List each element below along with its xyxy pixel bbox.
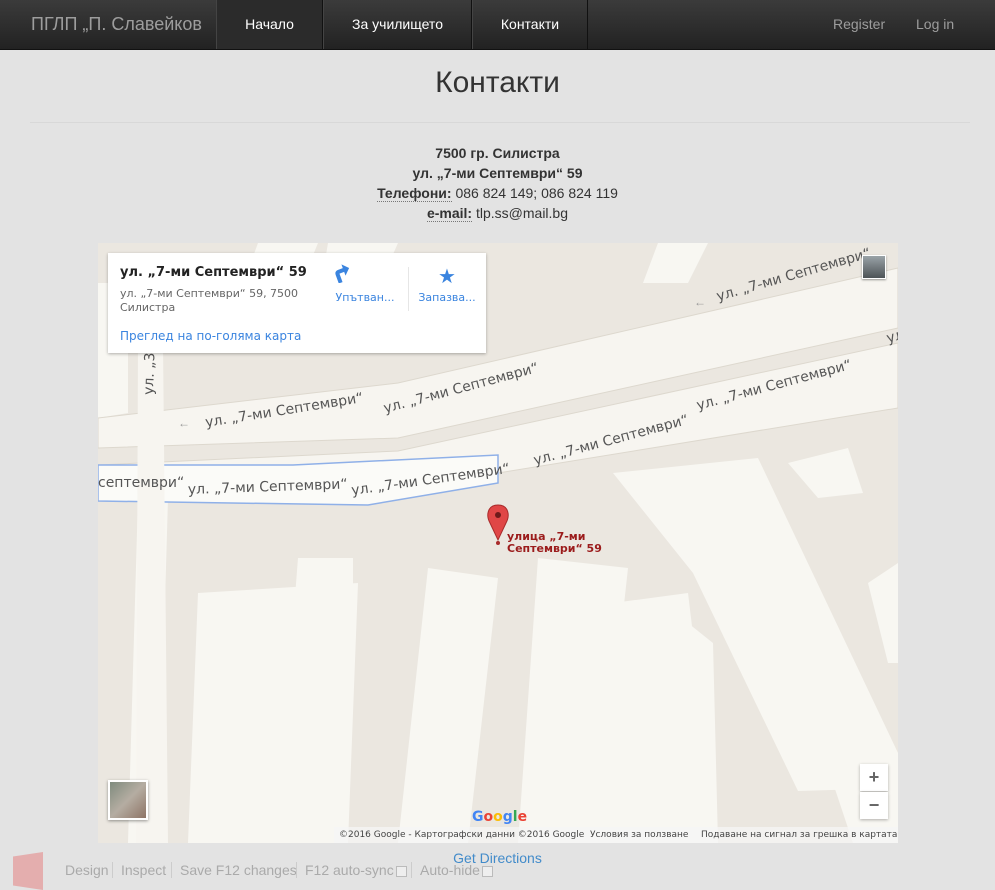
directions-arrow-icon — [330, 261, 400, 291]
nav-contacts[interactable]: Контакти — [472, 0, 588, 49]
site-brand[interactable]: ПГЛП „П. Славейков — [31, 14, 202, 35]
user-avatar[interactable] — [862, 255, 886, 279]
one-way-arrow-icon: ← — [694, 295, 706, 309]
road-label-4: септември“ — [98, 475, 184, 491]
devbar-separator — [411, 862, 412, 878]
zoom-in-button[interactable]: + — [860, 764, 888, 791]
login-link[interactable]: Log in — [916, 0, 954, 49]
city-text: 7500 гр. Силистра — [435, 145, 560, 161]
street-view-thumbnail[interactable] — [108, 780, 148, 820]
side-street-label: ул. „3 — [141, 352, 158, 395]
address-city: 7500 гр. Силистра — [0, 143, 995, 163]
side-street — [136, 343, 168, 843]
save-button[interactable]: ★ Запазва... — [412, 261, 482, 313]
directions-button-label: Упътван... — [335, 291, 395, 304]
place-title: ул. „7-ми Септември“ 59 — [120, 265, 307, 280]
google-map[interactable]: ул. „7-ми Септември“ ул. „7-ми Септември… — [98, 243, 898, 843]
map-footer: ©2016 Google - Картографски данни ©2016 … — [334, 827, 898, 843]
devbar-separator — [296, 862, 297, 878]
zoom-out-button[interactable]: − — [860, 792, 888, 819]
google-logo: Google — [472, 809, 528, 825]
divider — [30, 122, 970, 123]
star-icon: ★ — [438, 264, 456, 288]
email-value: tlp.ss@mail.bg — [475, 205, 569, 221]
map-marker-icon[interactable] — [487, 504, 509, 545]
nav-home[interactable]: Начало — [216, 0, 323, 49]
devbar-autohide-label: Auto-hide — [420, 862, 480, 878]
email-line: e-mail: tlp.ss@mail.bg — [0, 203, 995, 223]
map-copyright: ©2016 Google - Картографски данни ©2016 … — [339, 830, 585, 840]
card-separator — [408, 267, 409, 311]
autohide-checkbox[interactable] — [481, 865, 493, 877]
devbar-autohide[interactable]: Auto-hide — [420, 862, 493, 878]
phones-line: Телефони: 086 824 149; 086 824 119 — [0, 183, 995, 203]
register-link[interactable]: Register — [833, 0, 885, 49]
top-navbar: ПГЛП „П. Славейков Начало За училището К… — [0, 0, 995, 50]
nav-about-school[interactable]: За училището — [323, 0, 472, 49]
address-street: ул. „7-ми Септември“ 59 — [0, 163, 995, 183]
devbar-inspect[interactable]: Inspect — [121, 862, 166, 878]
marker-label: улица „7-ми Септември“ 59 — [507, 530, 602, 555]
place-address: ул. „7-ми Септември“ 59, 7500 Силистра — [120, 287, 299, 314]
larger-map-link[interactable]: Преглед на по-голяма карта — [120, 329, 301, 343]
devbar-separator — [171, 862, 172, 878]
place-info-card: ул. „7-ми Септември“ 59 ул. „7-ми Септем… — [108, 253, 486, 353]
visual-studio-logo-icon — [13, 852, 43, 890]
devbar-save-changes[interactable]: Save F12 changes — [180, 862, 297, 878]
terms-link[interactable]: Условия за ползване — [590, 827, 688, 843]
autosync-checkbox[interactable] — [395, 865, 407, 877]
devbar-autosync[interactable]: F12 auto-sync — [305, 862, 407, 878]
devbar-design[interactable]: Design — [65, 862, 109, 878]
phones-label: Телефони: — [377, 185, 452, 202]
one-way-arrow-icon: ← — [178, 416, 190, 430]
page-title: Контакти — [435, 66, 560, 99]
phones-value: 086 824 149; 086 824 119 — [455, 185, 618, 201]
street-text: ул. „7-ми Септември“ 59 — [412, 165, 583, 181]
save-button-label: Запазва... — [418, 291, 476, 304]
email-label: e-mail: — [426, 205, 473, 222]
report-error-link[interactable]: Подаване на сигнал за грешка в картата — [701, 827, 897, 843]
devbar-separator — [112, 862, 113, 878]
directions-button[interactable]: Упътван... — [330, 261, 400, 313]
devbar-autosync-label: F12 auto-sync — [305, 862, 394, 878]
